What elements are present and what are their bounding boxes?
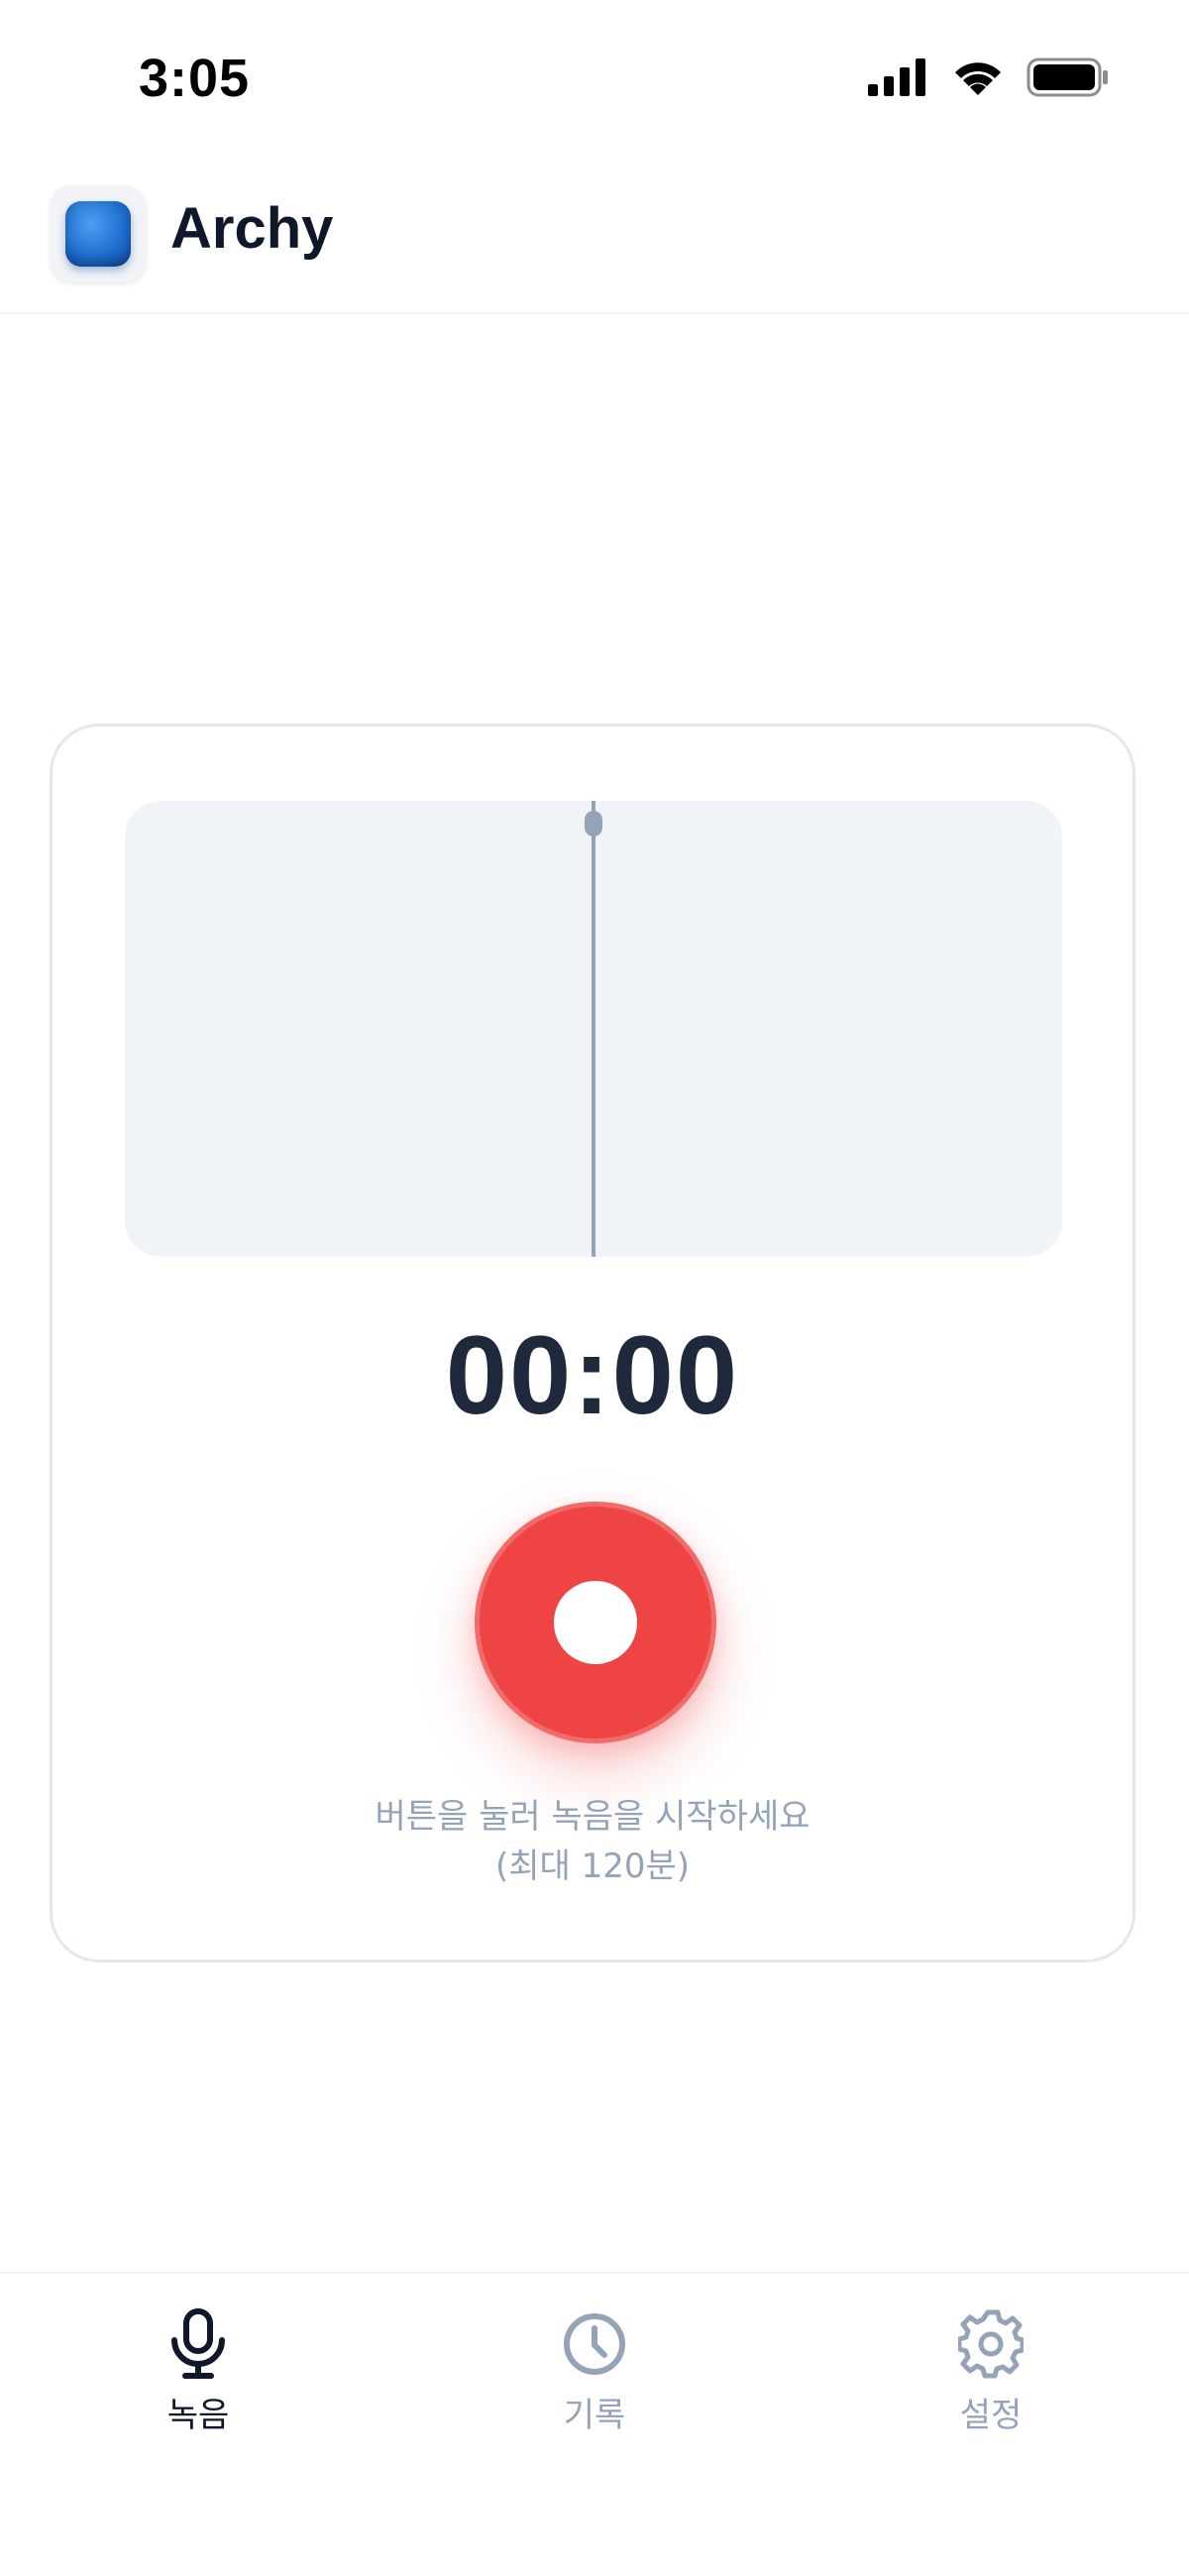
app-title: Archy <box>170 196 334 261</box>
battery-icon <box>1027 57 1108 97</box>
record-button[interactable] <box>475 1502 716 1743</box>
waveform-display <box>125 801 1062 1257</box>
playhead-line <box>592 801 595 1257</box>
hint-line-1: 버튼을 눌러 녹음을 시작하세요 <box>375 1797 811 1837</box>
app-logo-icon <box>50 185 147 282</box>
app-header: Archy <box>0 173 1189 314</box>
clock-icon <box>564 2313 625 2375</box>
tab-settings-label: 설정 <box>959 2396 1023 2435</box>
signal-icon <box>868 58 925 96</box>
tab-record-label: 녹음 <box>166 2396 230 2435</box>
playhead-knob <box>585 811 602 837</box>
tab-record[interactable]: 녹음 <box>99 2308 297 2457</box>
microphone-icon <box>171 2308 225 2379</box>
record-icon <box>554 1581 637 1664</box>
gear-icon <box>958 2309 1024 2379</box>
tab-settings[interactable]: 설정 <box>892 2308 1090 2457</box>
tab-history-label: 기록 <box>563 2396 626 2435</box>
status-time: 3:05 <box>139 49 251 108</box>
recorder-card: 00:00 버튼을 눌러 녹음을 시작하세요 (최대 120분) <box>50 724 1135 1962</box>
status-bar: 3:05 <box>0 0 1189 149</box>
wifi-icon <box>955 62 1001 95</box>
tab-bar: 녹음 기록 설정 <box>0 2272 1189 2576</box>
status-icons <box>868 57 1110 97</box>
hint-line-2: (최대 120분) <box>494 1847 691 1886</box>
recording-timer: 00:00 <box>445 1313 740 1437</box>
recording-hint: 버튼을 눌러 녹음을 시작하세요 (최대 120분) <box>53 1792 1133 1891</box>
tab-history[interactable]: 기록 <box>495 2308 694 2457</box>
